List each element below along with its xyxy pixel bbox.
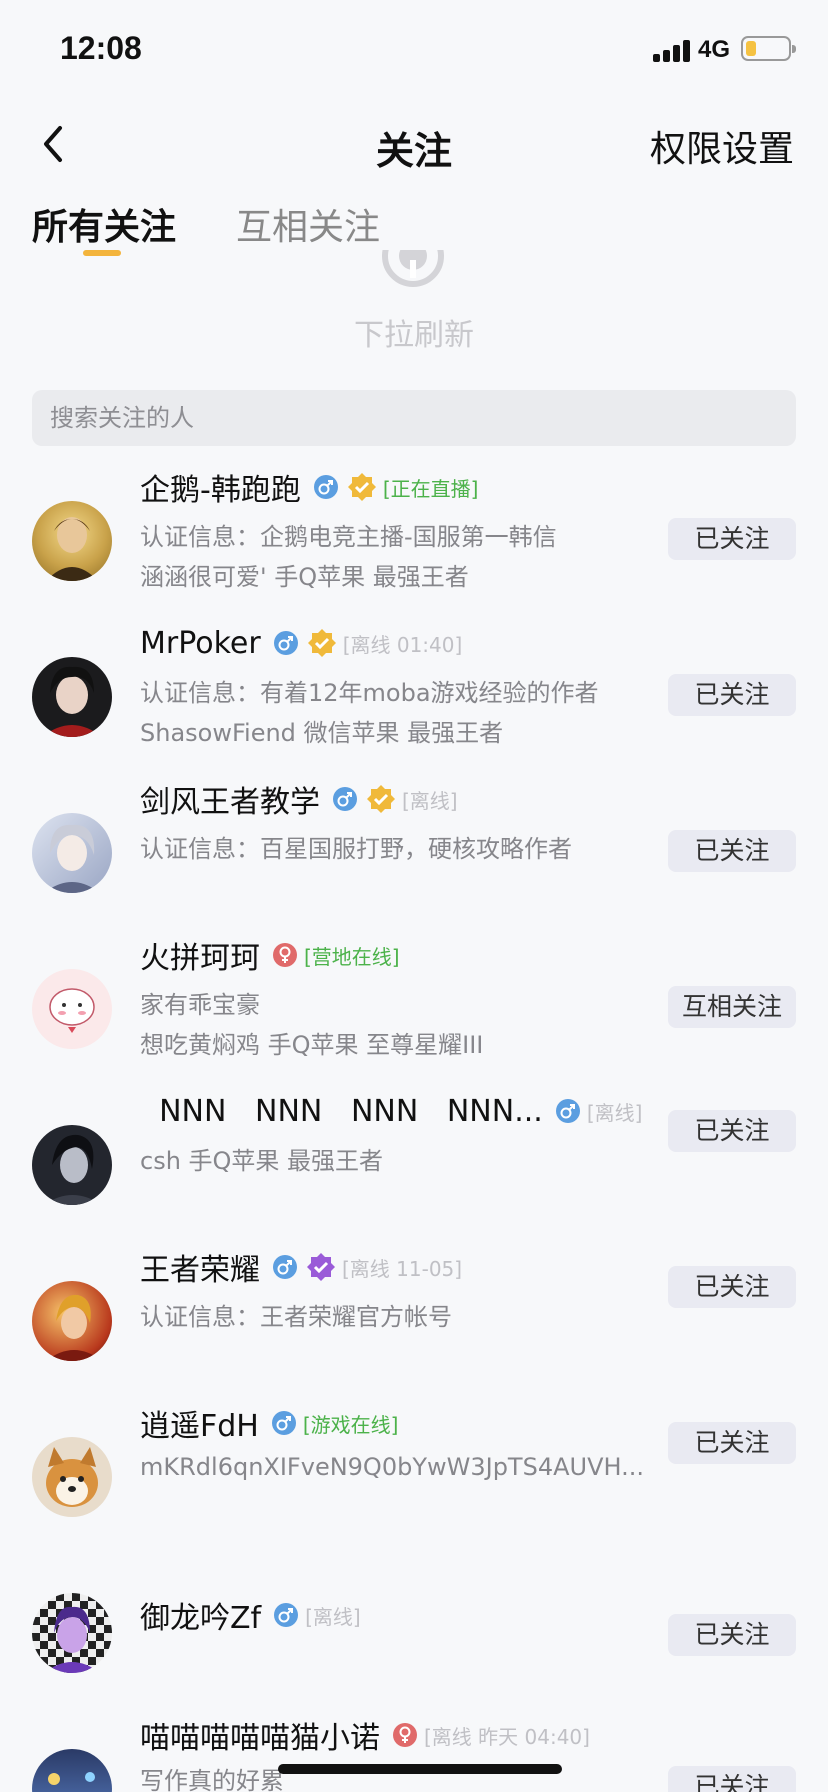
name-line: MrPoker [离线 01:40] [140,623,462,663]
user-info-line: 家有乖宝豪 [140,991,260,1019]
gold-verified-icon [307,629,336,657]
following-button[interactable]: 已关注 [668,674,796,716]
chevron-left-icon [44,126,62,162]
user-info-line: 认证信息：有着12年moba游戏经验的作者 [140,679,599,707]
refresh-text: 下拉刷新 [354,318,474,353]
name-line: NNN NNN NNN NNN... [离线] [140,1091,642,1131]
male-icon [274,1603,299,1627]
user-name: 企鹅-韩跑跑 [140,473,301,508]
status-label: [离线] [586,1100,643,1125]
user-info-line: 想吃黄焖鸡 手Q苹果 至尊星耀III [140,1031,484,1059]
permission-settings-button[interactable]: 权限设置 [650,120,794,172]
avatar[interactable] [32,813,112,893]
user-info-line: ShasowFiend 微信苹果 最强王者 [140,719,504,747]
list-item[interactable]: 企鹅-韩跑跑 [正在直播] 认证信息：企鹅电竞主播-国服第一韩信 涵涵很可爱' … [0,455,828,605]
gold-verified-icon [347,473,376,501]
pull-refresh: 下拉刷新 [0,250,828,353]
user-info-line: mKRdl6qnXIFveN9Q0bYwW3JpTS4AUVH... [140,1453,644,1481]
name-line: 企鹅-韩跑跑 [正在直播] [140,467,479,508]
user-name: 剑风王者教学 [140,785,320,820]
list-item[interactable]: 剑风王者教学 [离线] 认证信息：百星国服打野，硬核攻略作者 已关注 [0,767,828,917]
male-icon [313,475,338,499]
list-item[interactable]: NNN NNN NNN NNN... [离线] csh 手Q苹果 最强王者 已关… [0,1079,828,1229]
user-name: 火拼珂珂 [140,941,260,976]
name-line: 王者荣耀 [离线 11-05] [140,1247,463,1288]
following-button[interactable]: 已关注 [668,830,796,872]
status-label: [游戏在线] [302,1412,399,1437]
list-item[interactable]: 逍遥FdH [游戏在线] mKRdl6qnXIFveN9Q0bYwW3JpTS4… [0,1391,828,1541]
purple-verified-icon [307,1253,335,1281]
tab-mutual-follows[interactable]: 互相关注 [236,198,380,250]
avatar[interactable] [32,657,112,737]
name-line: 逍遥FdH [游戏在线] [140,1403,399,1444]
avatar[interactable] [32,1125,112,1205]
male-icon [273,1255,297,1279]
female-icon [273,943,297,967]
user-name: 王者荣耀 [140,1253,260,1288]
status-label: [离线] [402,788,458,813]
name-line: 喵喵喵喵喵猫小诺 [离线 昨天 04:40] [140,1715,590,1756]
user-name: 逍遥FdH [140,1409,259,1444]
following-button[interactable]: 已关注 [668,1422,796,1464]
user-info-line: csh 手Q苹果 最强王者 [140,1147,384,1175]
user-info-line: 认证信息：百星国服打野，硬核攻略作者 [140,835,572,863]
user-name: 御龙吟Zf [140,1601,262,1636]
list-item[interactable]: MrPoker [离线 01:40] 认证信息：有着12年moba游戏经验的作者… [0,611,828,761]
avatar[interactable] [32,501,112,581]
signal-icon [653,38,693,62]
following-button[interactable]: 已关注 [668,1110,796,1152]
status-label: [离线 01:40] [342,632,463,657]
gold-verified-icon [367,785,395,813]
male-icon [273,631,298,655]
refresh-icon [378,250,448,292]
avatar[interactable] [32,1749,112,1792]
list-item[interactable]: 火拼珂珂 [营地在线] 家有乖宝豪 想吃黄焖鸡 手Q苹果 至尊星耀III 互相关… [0,923,828,1073]
status-bar: 12:08 4G [0,0,828,100]
user-name: MrPoker [140,625,261,661]
status-time: 12:08 [60,30,142,66]
avatar[interactable] [32,1281,112,1361]
user-info-line: 认证信息：企鹅电竞主播-国服第一韩信 [140,523,557,551]
male-icon [271,1411,296,1435]
nav-bar: 关注 权限设置 [0,100,828,190]
female-icon [393,1723,417,1747]
avatar[interactable] [32,969,112,1049]
list-item[interactable]: 喵喵喵喵喵猫小诺 [离线 昨天 04:40] 写作真的好累 已关注 [0,1703,828,1792]
status-label: [离线 11-05] [342,1256,463,1281]
status-label: [营地在线] [304,944,400,969]
name-line: 火拼珂珂 [营地在线] [140,935,400,976]
following-button[interactable]: 已关注 [668,1614,796,1656]
mutual-follow-button[interactable]: 互相关注 [668,986,796,1028]
battery-icon [741,36,796,61]
list-item[interactable]: 王者荣耀 [离线 11-05] 认证信息：王者荣耀官方帐号 已关注 [0,1235,828,1385]
user-info-line: 涵涵很可爱' 手Q苹果 最强王者 [140,563,469,591]
name-line: 剑风王者教学 [离线] [140,779,458,820]
home-indicator[interactable] [278,1764,562,1774]
status-label: [正在直播] [382,476,479,501]
avatar[interactable] [32,1593,112,1673]
search-input[interactable] [32,390,796,446]
user-name: 喵喵喵喵喵猫小诺 [140,1721,380,1756]
back-button[interactable] [38,122,68,166]
following-button[interactable]: 已关注 [668,1266,796,1308]
name-line: 御龙吟Zf [离线] [140,1595,361,1636]
avatar[interactable] [32,1437,112,1517]
status-label: [离线 昨天 04:40] [424,1724,590,1749]
tab-all-follows[interactable]: 所有关注 [32,198,176,250]
search-box[interactable] [32,390,796,446]
male-icon [333,787,357,811]
following-button[interactable]: 已关注 [668,518,796,560]
following-button[interactable]: 已关注 [668,1766,796,1792]
male-icon [555,1099,580,1123]
status-label: [离线] [305,1604,361,1629]
user-name: NNN NNN NNN NNN... [140,1093,543,1129]
list-item[interactable]: 御龙吟Zf [离线] 已关注 [0,1547,828,1697]
user-info-line: 认证信息：王者荣耀官方帐号 [140,1303,452,1331]
network-type: 4G [698,36,731,63]
